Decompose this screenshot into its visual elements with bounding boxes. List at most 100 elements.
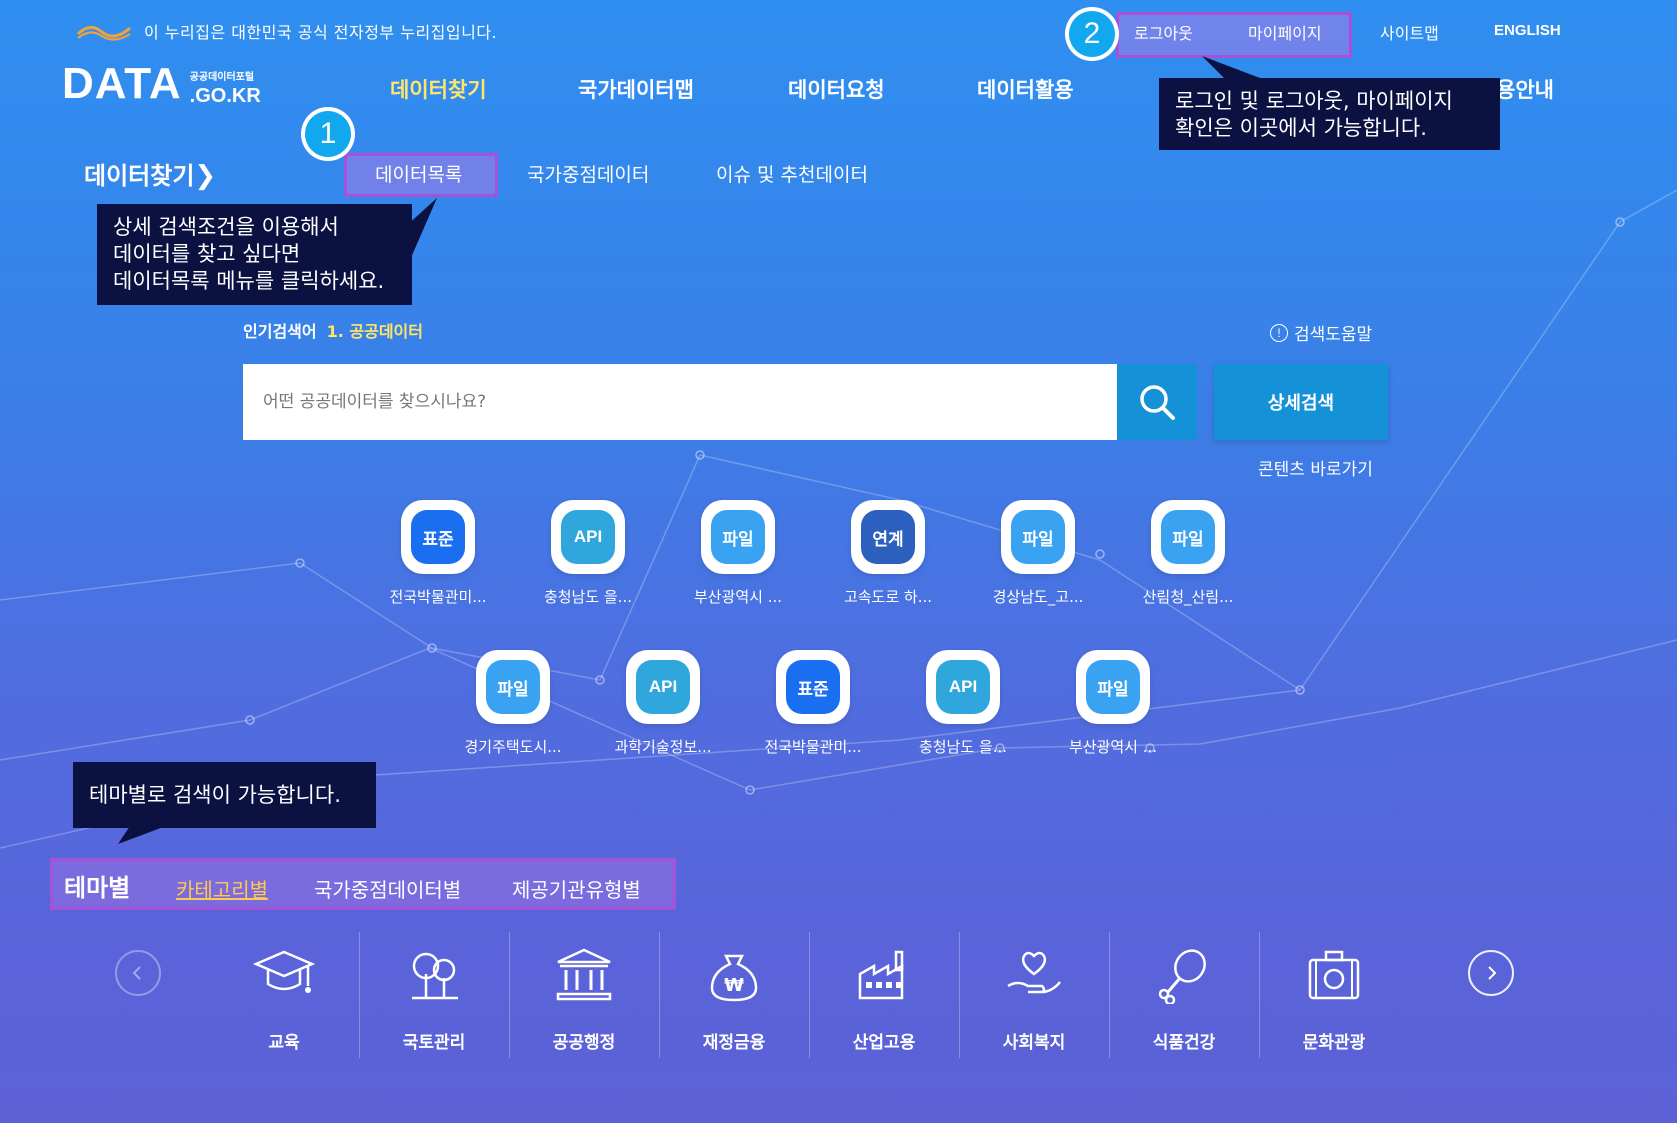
category-item[interactable]: ₩ 재정금융 [659, 932, 809, 1058]
category-divider [1109, 932, 1110, 1058]
category-item[interactable]: 국토관리 [359, 932, 509, 1058]
tile-icon-frame: 연계 [851, 500, 925, 574]
tile-icon-frame: 파일 [701, 500, 775, 574]
category-divider [509, 932, 510, 1058]
tile-type-badge: API [936, 660, 990, 714]
search-icon [1140, 385, 1175, 420]
tile-icon-frame: 파일 [476, 650, 550, 724]
chevron-left-icon [132, 966, 141, 980]
detail-search-button[interactable]: 상세검색 [1214, 364, 1388, 440]
category-next-button[interactable] [1468, 950, 1514, 996]
data-tile[interactable]: API 과학기술정보... [603, 650, 723, 757]
content-shortcut-link[interactable]: 콘텐츠 바로가기 [1258, 455, 1373, 480]
data-tile[interactable]: 파일경기주택도시... [453, 650, 573, 757]
tile-icon-frame: API [551, 500, 625, 574]
data-tile[interactable]: 파일경상남도_고... [978, 500, 1098, 607]
chevron-right-icon: ❯ [194, 161, 217, 191]
tile-type-badge: API [561, 510, 615, 564]
data-tile[interactable]: 파일 부산광역시 ... [678, 500, 798, 607]
government-symbol-icon [76, 26, 131, 41]
category-label: 국토관리 [402, 1033, 466, 1053]
category-label: 교육 [268, 1033, 300, 1053]
factory-icon [858, 950, 904, 1000]
tile-icon-frame: API [626, 650, 700, 724]
data-tile[interactable]: API 충청남도 을... [528, 500, 648, 607]
category-item[interactable]: 문화관광 [1259, 932, 1409, 1058]
tab-national-key-data[interactable]: 국가중점데이터별 [314, 874, 461, 903]
tile-label: 전국박물관미... [764, 738, 862, 756]
category-prev-button[interactable] [115, 950, 161, 996]
popular-keyword[interactable]: 1. 공공데이터 [327, 322, 423, 341]
tile-type-badge: 표준 [411, 510, 465, 564]
subnav-item-national-key-data[interactable]: 국가중점데이터 [527, 160, 649, 187]
tile-icon-frame: 파일 [1001, 500, 1075, 574]
gnb-item-data-request[interactable]: 데이터요청 [788, 74, 885, 104]
gnb-item-national-data-map[interactable]: 국가데이터맵 [578, 74, 694, 104]
subnav-item-data-list[interactable]: 데이터목록 [375, 160, 462, 187]
tile-label: 경기주택도시... [464, 738, 562, 756]
data-tile[interactable]: 파일 산림청_산림... [1128, 500, 1248, 607]
tile-label: 부산광역시 ... [1068, 738, 1158, 756]
tile-icon-frame: 표준 [401, 500, 475, 574]
tile-type-badge: 파일 [1086, 660, 1140, 714]
category-item[interactable]: 교육 [209, 932, 359, 1058]
logo-sub-text: 공공데이터포털 [189, 72, 255, 83]
category-item[interactable]: 공공행정 [509, 932, 659, 1058]
category-item[interactable]: 식품건강 [1109, 932, 1259, 1058]
category-item[interactable]: 사회복지 [959, 932, 1109, 1058]
category-label: 산업고용 [852, 1033, 916, 1053]
graduation-cap-icon [252, 950, 316, 993]
logout-link[interactable]: 로그아웃 [1134, 20, 1193, 44]
category-divider [659, 932, 660, 1058]
tile-type-badge: 파일 [711, 510, 765, 564]
search-input[interactable] [243, 364, 1117, 440]
money-bag-icon: ₩ [710, 954, 758, 1002]
tile-type-badge: 파일 [1011, 510, 1065, 564]
logo-domain-text: .GO.KR [189, 85, 261, 107]
data-tile[interactable]: 파일부산광역시 ... [1053, 650, 1173, 757]
info-icon: ! [1270, 323, 1288, 342]
category-label: 재정금융 [702, 1033, 766, 1053]
logo-main-text: DATA [62, 59, 182, 108]
tile-type-badge: 연계 [861, 510, 915, 564]
data-tile[interactable]: 표준전국박물관미... [753, 650, 873, 757]
gnb-item-data-search[interactable]: 데이터찾기 [390, 74, 487, 104]
data-tile[interactable]: API 충청남도 을... [903, 650, 1023, 757]
subnav-item-issue-recommended[interactable]: 이슈 및 추천데이터 [716, 160, 868, 187]
search-button[interactable] [1117, 364, 1197, 440]
tab-provider-type[interactable]: 제공기관유형별 [512, 874, 641, 903]
tile-label: 과학기술정보... [614, 738, 712, 756]
category-item[interactable]: 산업고용 [809, 932, 959, 1058]
category-divider [1259, 932, 1260, 1058]
data-tile[interactable]: 연계 고속도로 하... [828, 500, 948, 607]
tile-icon-frame: 파일 [1076, 650, 1150, 724]
tile-type-badge: 파일 [486, 660, 540, 714]
tooltip-data-list: 상세 검색조건을 이용해서 데이터를 찾고 싶다면 데이터목록 메뉴를 클릭하세… [97, 204, 412, 305]
chicken-leg-icon [1158, 949, 1206, 1006]
svg-text:₩: ₩ [724, 975, 744, 996]
popular-keywords: 인기검색어 1. 공공데이터 [243, 322, 423, 341]
tile-icon-frame: 표준 [776, 650, 850, 724]
category-divider [959, 932, 960, 1058]
tile-label: 경상남도_고... [992, 588, 1084, 606]
tile-label: 산림청_산림... [1142, 588, 1234, 606]
government-building-icon [556, 948, 612, 1001]
search-help-link[interactable]: ! 검색도움말 [1270, 320, 1372, 345]
chevron-right-icon [1488, 966, 1497, 980]
gnb-item-data-utilization[interactable]: 데이터활용 [977, 74, 1074, 104]
theme-title: 테마별 [64, 874, 131, 902]
tab-category[interactable]: 카테고리별 [176, 874, 268, 903]
tile-type-badge: 표준 [786, 660, 840, 714]
english-link[interactable]: ENGLISH [1494, 22, 1561, 39]
tooltip-login: 로그인 및 로그아웃, 마이페이지 확인은 이곳에서 가능합니다. [1159, 78, 1500, 150]
mypage-link[interactable]: 마이페이지 [1248, 20, 1322, 44]
sitemap-link[interactable]: 사이트맵 [1380, 20, 1439, 44]
heart-hand-icon [1007, 951, 1061, 994]
site-logo[interactable]: DATA 공공데이터포털 .GO.KR [62, 59, 261, 108]
data-tile[interactable]: 표준 전국박물관미... [378, 500, 498, 607]
tile-icon-frame: API [926, 650, 1000, 724]
tile-label: 충청남도 을... [918, 738, 1008, 756]
trees-icon [412, 952, 458, 1000]
tile-type-badge: API [636, 660, 690, 714]
gnb-item-guide[interactable]: 용안내 [1496, 74, 1554, 104]
